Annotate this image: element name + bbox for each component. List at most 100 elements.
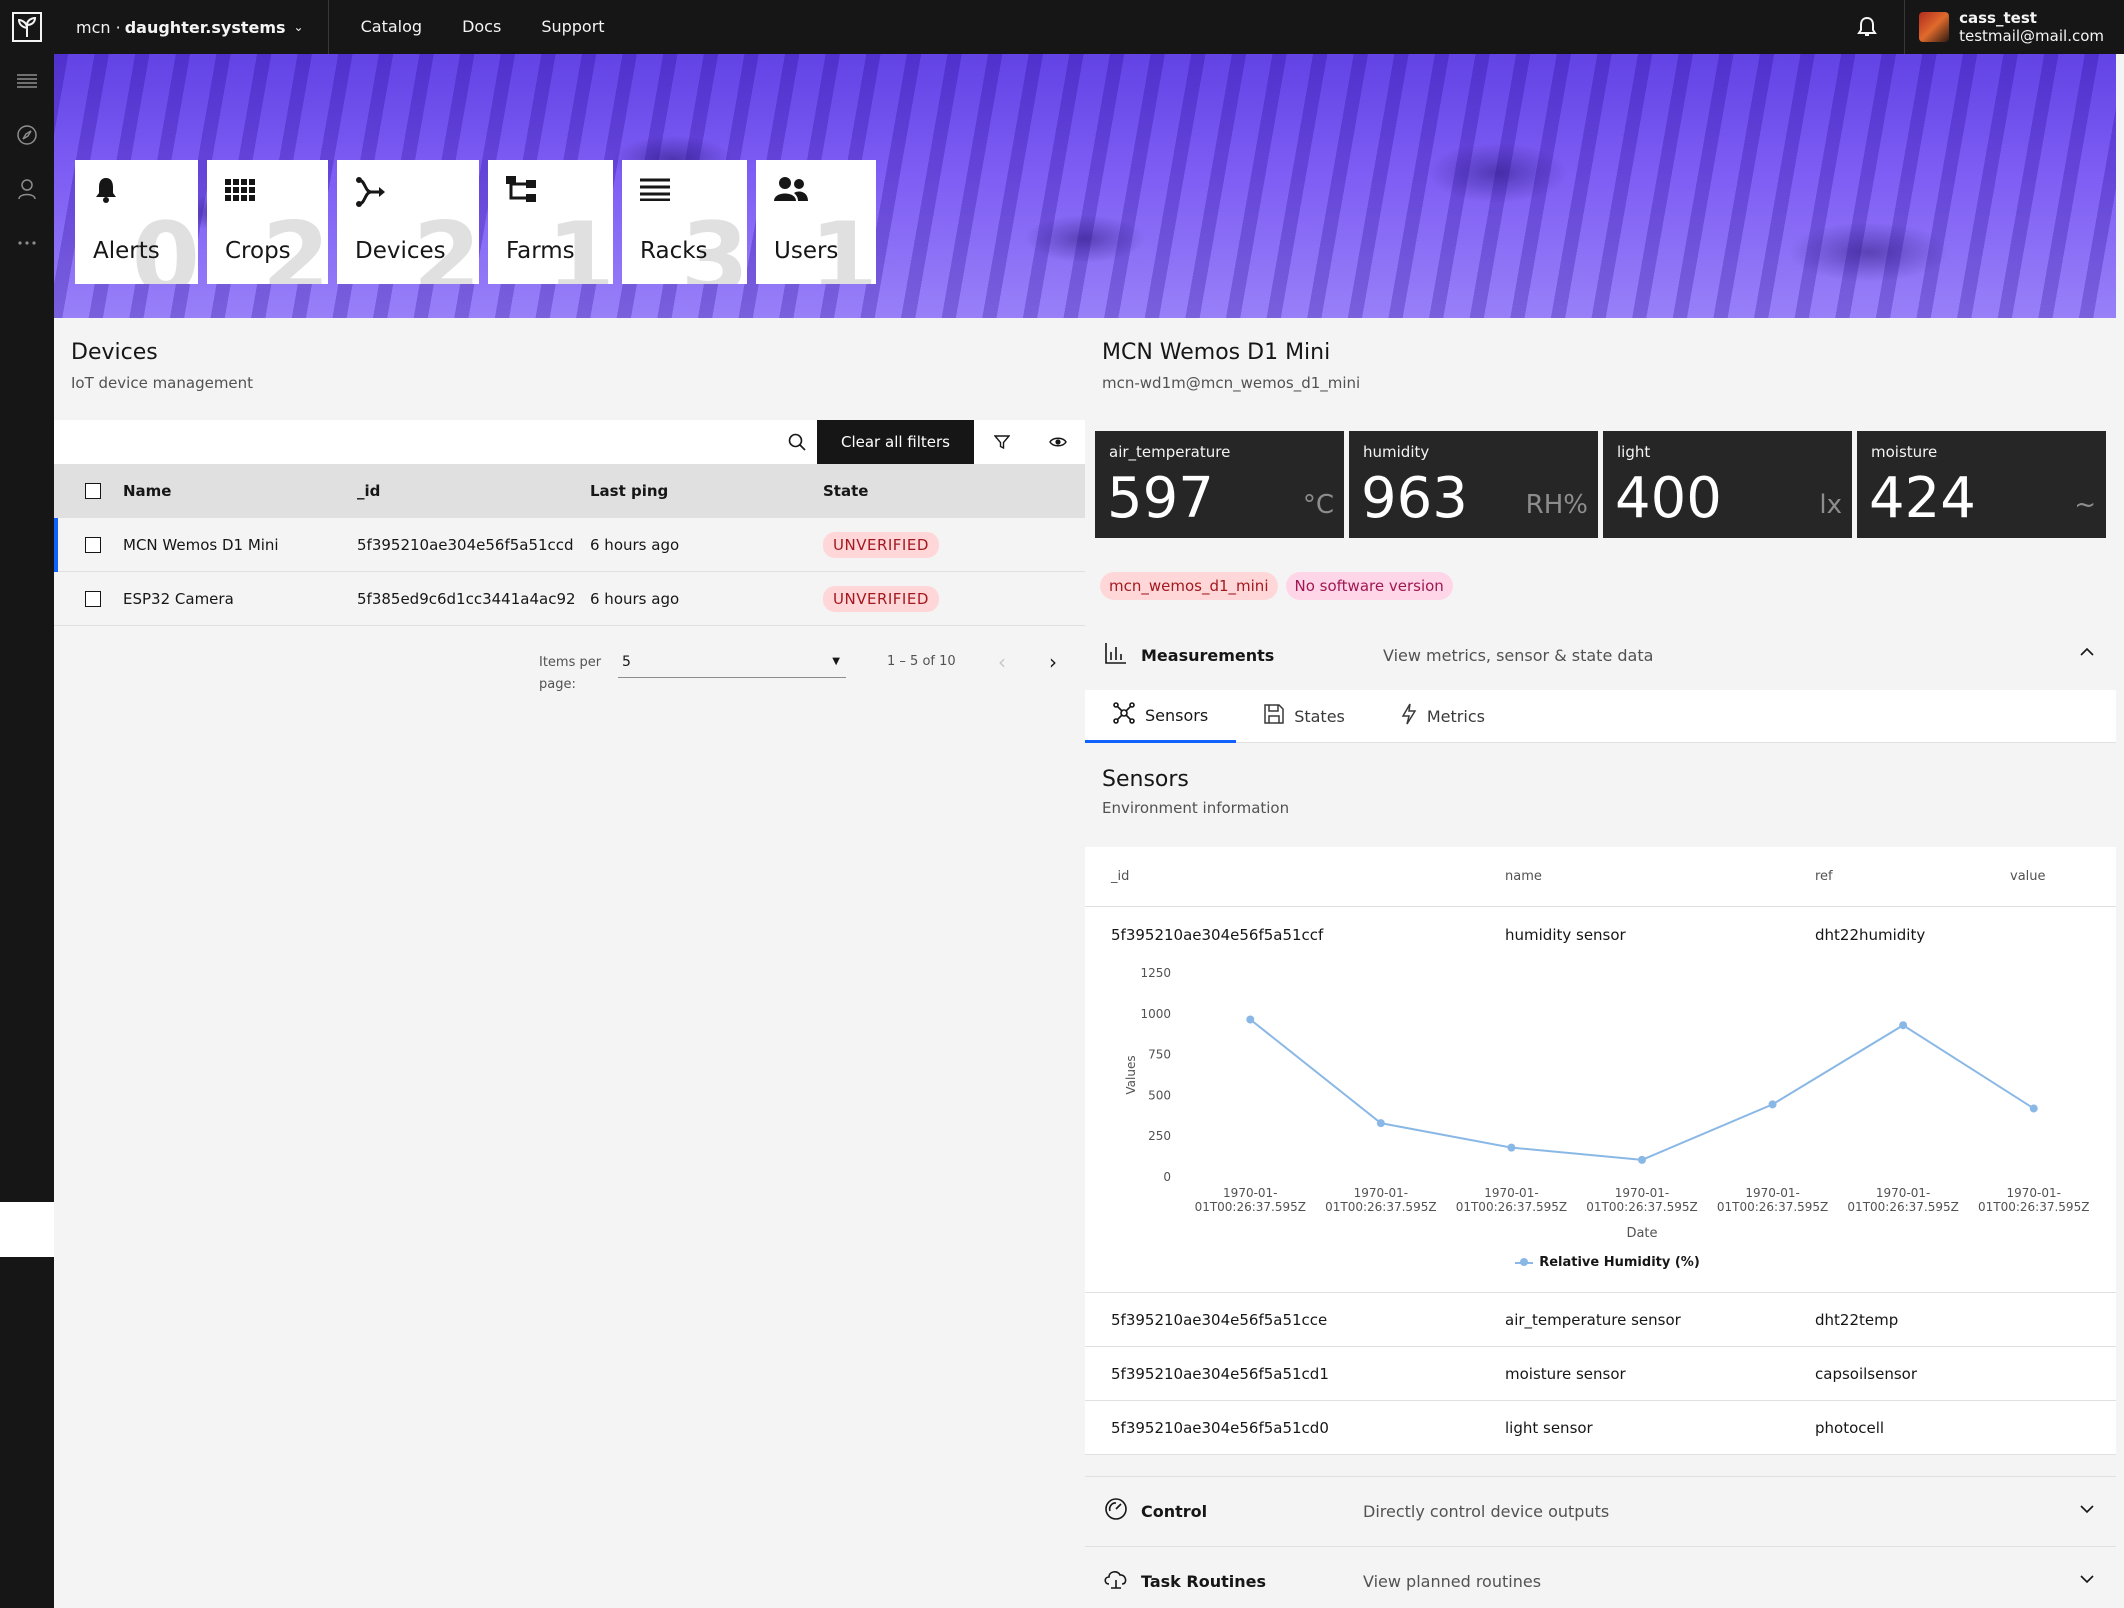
col-id[interactable]: _id — [357, 482, 590, 500]
gauge-icon — [1091, 1497, 1141, 1527]
device-id: 5f395210ae304e56f5a51ccd — [357, 535, 574, 554]
tile-label: Users — [774, 238, 839, 264]
metric-value: 597 — [1107, 466, 1214, 531]
row-checkbox[interactable] — [85, 590, 101, 607]
row-checkbox[interactable] — [85, 536, 101, 553]
search-icon[interactable] — [772, 420, 822, 464]
sensor-ref: capsoilsensor — [1815, 1364, 1917, 1383]
x-tick-label: 1970-01-01T00:26:37.595Z — [1717, 1186, 1828, 1214]
col-name[interactable]: Name — [123, 482, 357, 500]
x-tick-label: 1970-01-01T00:26:37.595Z — [1195, 1186, 1306, 1214]
tile-users[interactable]: 1 Users — [756, 160, 876, 284]
tile-label: Devices — [355, 238, 446, 264]
metric-unit: ~ — [2074, 490, 2096, 520]
table-row[interactable]: MCN Wemos D1 Mini 5f395210ae304e56f5a51c… — [54, 518, 1085, 572]
tile-farms[interactable]: 1 Farms — [488, 160, 613, 284]
tab-metrics[interactable]: Metrics — [1373, 690, 1513, 743]
pagination: Items per page: 5 ▼ 1 – 5 of 10 ‹ › — [54, 632, 1085, 692]
routines-accordion-header[interactable]: Task Routines View planned routines — [1085, 1546, 2116, 1608]
rail-gap — [0, 1202, 54, 1257]
tab-label: Sensors — [1145, 705, 1209, 725]
visibility-icon[interactable] — [1030, 420, 1085, 464]
user-icon[interactable] — [0, 162, 54, 216]
tile-alerts[interactable]: 0 Alerts — [75, 160, 198, 284]
user-email: testmail@mail.com — [1959, 27, 2104, 45]
col-state[interactable]: State — [823, 482, 868, 500]
tile-label: Crops — [225, 238, 291, 264]
tile-devices[interactable]: 2 Devices — [337, 160, 479, 284]
org-switcher[interactable]: mcn · daughter.systems ⌄ — [54, 0, 329, 54]
nav-docs[interactable]: Docs — [442, 0, 521, 54]
table-row[interactable]: 5f395210ae304e56f5a51cd0 light sensor ph… — [1085, 1401, 2116, 1455]
legend-marker — [1515, 1257, 1534, 1266]
metric-card-air-temperature: air_temperature 597 °C — [1095, 431, 1344, 538]
compass-icon[interactable] — [0, 108, 54, 162]
metric-unit: RH% — [1525, 490, 1588, 520]
measurements-desc: View metrics, sensor & state data — [1383, 645, 1654, 665]
org-name: daughter.systems — [124, 17, 286, 37]
table-row[interactable]: 5f395210ae304e56f5a51cce air_temperature… — [1085, 1293, 2116, 1347]
summary-tiles: 0 Alerts 2 Crops 2 Devices 1 Farms 3 Rac… — [75, 160, 885, 284]
device-type-tag: mcn_wemos_d1_mini — [1100, 572, 1278, 600]
filter-icon[interactable] — [974, 420, 1030, 464]
app-logo[interactable] — [0, 0, 54, 54]
notification-bell-icon[interactable] — [1840, 0, 1894, 54]
sensor-ref: photocell — [1815, 1418, 1885, 1437]
user-menu[interactable]: cass_test testmail@mail.com — [1904, 0, 2124, 54]
select-all-checkbox[interactable] — [85, 483, 101, 499]
humidity-chart: 0 250 500 750 1000 1250 Values 1970-01-01T00:26… — [1085, 963, 2116, 1293]
table-row[interactable]: ESP32 Camera 5f385ed9c6d1cc3441a4ac92 6 … — [54, 572, 1085, 626]
tile-racks[interactable]: 3 Racks — [622, 160, 747, 284]
measurements-accordion-header[interactable]: Measurements View metrics, sensor & stat… — [1085, 620, 2116, 690]
grid-icon — [225, 176, 255, 208]
hierarchy-icon — [506, 176, 536, 211]
tile-crops[interactable]: 2 Crops — [207, 160, 328, 284]
control-accordion[interactable]: Control Directly control device outputs — [1085, 1476, 2116, 1546]
data-point — [1376, 1119, 1385, 1128]
data-point — [1246, 1015, 1255, 1024]
col-sensor-id: _id — [1111, 869, 1130, 884]
x-tick-label: 1970-01-01T00:26:37.595Z — [1586, 1186, 1697, 1214]
sensor-name: air_temperature sensor — [1505, 1310, 1681, 1329]
caret-down-icon: ▼ — [832, 656, 840, 667]
table-row[interactable]: 5f395210ae304e56f5a51ccf humidity sensor… — [1085, 907, 2116, 963]
device-name: ESP32 Camera — [123, 589, 234, 608]
devices-title: Devices — [71, 340, 158, 365]
col-sensor-name: name — [1505, 869, 1542, 884]
tab-sensors[interactable]: Sensors — [1085, 690, 1237, 743]
x-axis-label: Date — [1626, 1226, 1657, 1241]
items-per-page-value: 5 — [622, 654, 631, 670]
control-accordion-header[interactable]: Control Directly control device outputs — [1085, 1476, 2116, 1546]
col-last-ping[interactable]: Last ping — [590, 482, 823, 500]
x-tick-label: 1970-01-01T00:26:37.595Z — [1847, 1186, 1958, 1214]
lightning-icon — [1401, 703, 1417, 730]
top-header: mcn · daughter.systems ⌄ Catalog Docs Su… — [0, 0, 2124, 54]
measurements-title: Measurements — [1141, 645, 1275, 665]
metric-key: moisture — [1871, 443, 1938, 461]
save-icon — [1264, 704, 1284, 729]
sensor-id: 5f395210ae304e56f5a51ccf — [1111, 926, 1324, 944]
next-page-icon[interactable]: › — [1049, 646, 1057, 678]
chart-legend[interactable]: Relative Humidity (%) — [1085, 1255, 2116, 1270]
routines-accordion[interactable]: Task Routines View planned routines — [1085, 1546, 2116, 1608]
metric-key: light — [1617, 443, 1651, 461]
bar-chart-icon — [1091, 642, 1141, 668]
metric-unit: lx — [1819, 490, 1842, 520]
menu-icon[interactable] — [0, 54, 54, 108]
more-icon[interactable] — [0, 216, 54, 270]
nav-support[interactable]: Support — [521, 0, 624, 54]
table-row[interactable]: 5f395210ae304e56f5a51cd1 moisture sensor… — [1085, 1347, 2116, 1401]
prev-page-icon[interactable]: ‹ — [998, 646, 1006, 678]
users-icon — [774, 176, 808, 209]
clear-filters-button[interactable]: Clear all filters — [817, 420, 974, 464]
avatar — [1919, 12, 1950, 42]
control-desc: Directly control device outputs — [1363, 1502, 1610, 1521]
nav-catalog[interactable]: Catalog — [341, 0, 442, 54]
devices-table: Name _id Last ping State MCN Wemos D1 Mi… — [54, 464, 1085, 626]
tile-label: Racks — [640, 238, 708, 264]
items-per-page-select[interactable]: 5 ▼ — [618, 646, 846, 678]
device-tags: mcn_wemos_d1_mini No software version — [1100, 572, 1461, 600]
tab-states[interactable]: States — [1236, 690, 1373, 743]
cloud-routine-icon — [1091, 1568, 1141, 1596]
software-version-tag: No software version — [1285, 572, 1453, 600]
